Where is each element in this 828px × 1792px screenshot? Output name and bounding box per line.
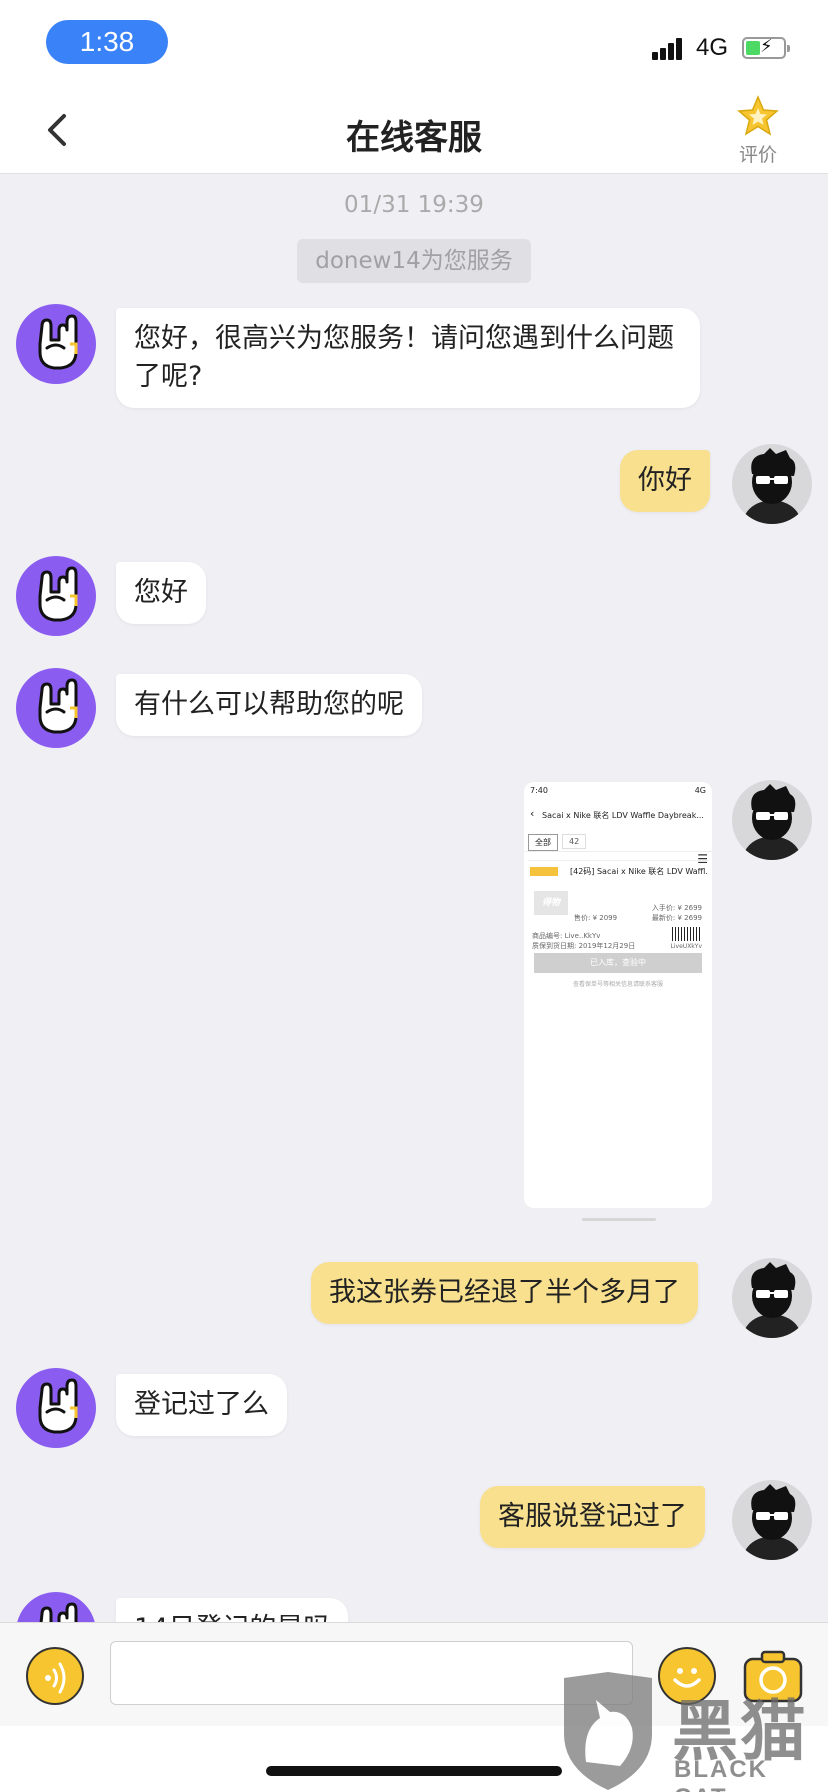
emoji-button[interactable] bbox=[658, 1647, 716, 1705]
network-type: 4G bbox=[696, 34, 729, 61]
screenshot-time: 7:40 bbox=[530, 786, 548, 795]
home-indicator[interactable] bbox=[266, 1766, 562, 1776]
rate-label: 评价 bbox=[738, 144, 777, 166]
battery-icon: ⚡ bbox=[742, 36, 790, 59]
screenshot-status-bar: 7:40 4G bbox=[524, 782, 712, 804]
screenshot-title: Sacai x Nike 联名 LDV Waffle Daybreak... bbox=[524, 804, 712, 830]
signal-icon bbox=[652, 36, 688, 60]
input-bar bbox=[0, 1622, 828, 1726]
agent-message[interactable]: 登记过了么 bbox=[116, 1374, 287, 1436]
home-area bbox=[0, 1726, 828, 1792]
rate-button[interactable]: 评价 bbox=[730, 94, 786, 168]
screenshot-date-line: 质保到货日期: 2019年12月29日 bbox=[532, 942, 636, 950]
camera-button[interactable] bbox=[742, 1647, 804, 1705]
agent-message[interactable]: 14日登记的是吗 bbox=[116, 1598, 349, 1622]
screenshot-product-name: [42码] Sacai x Nike 联名 LDV Waffl... bbox=[570, 867, 708, 876]
status-bar: 1:38 4G ⚡ bbox=[0, 0, 828, 88]
user-avatar[interactable] bbox=[732, 1258, 812, 1338]
screenshot-price-sale: 售价: ¥ 2099 bbox=[574, 914, 618, 922]
screenshot-price-in: 入手价: ¥ 2699 bbox=[651, 904, 702, 912]
user-avatar[interactable] bbox=[732, 1480, 812, 1560]
agent-avatar[interactable] bbox=[16, 1368, 96, 1448]
agent-message[interactable]: 有什么可以帮助您的呢 bbox=[116, 674, 422, 736]
barcode-icon bbox=[672, 927, 702, 941]
user-cartoon-icon bbox=[742, 784, 802, 860]
nav-bar: 在线客服 评价 bbox=[0, 88, 828, 174]
screenshot-barcode-label: LiveUXkYv bbox=[670, 943, 702, 950]
user-avatar[interactable] bbox=[732, 780, 812, 860]
chat-area[interactable]: 01/31 19:39 donew14为您服务 您好，很高兴为您服务！请问您遇到… bbox=[0, 175, 828, 1622]
agent-message[interactable]: 您好，很高兴为您服务！请问您遇到什么问题了呢? bbox=[116, 308, 700, 408]
agent-message[interactable]: 您好 bbox=[116, 562, 206, 624]
screenshot-tab-all: 全部 bbox=[528, 834, 558, 851]
user-message[interactable]: 客服说登记过了 bbox=[480, 1486, 705, 1548]
status-time[interactable]: 1:38 bbox=[46, 20, 168, 64]
agent-avatar[interactable] bbox=[16, 668, 96, 748]
screenshot-badge bbox=[530, 867, 558, 876]
screenshot-stock-button: 已入库，查验中 bbox=[534, 953, 702, 973]
screenshot-network: 4G bbox=[694, 786, 706, 795]
user-cartoon-icon bbox=[742, 1262, 802, 1338]
user-cartoon-icon bbox=[742, 1484, 802, 1560]
screenshot-code-line: 商品编号: Live..KkYv bbox=[532, 932, 601, 940]
user-avatar[interactable] bbox=[732, 444, 812, 524]
agent-avatar[interactable] bbox=[16, 304, 96, 384]
image-message[interactable]: 7:40 4G Sacai x Nike 联名 LDV Waffle Daybr… bbox=[524, 782, 712, 1208]
screenshot-tab-size: 42 bbox=[562, 834, 587, 849]
agent-avatar[interactable] bbox=[16, 1592, 96, 1622]
rock-hand-icon bbox=[39, 1602, 78, 1622]
screenshot-price-latest: 最新价: ¥ 2699 bbox=[651, 914, 702, 922]
user-cartoon-icon bbox=[742, 448, 802, 524]
chat-timestamp: 01/31 19:39 bbox=[344, 192, 484, 218]
agent-avatar[interactable] bbox=[16, 556, 96, 636]
user-message[interactable]: 你好 bbox=[620, 450, 710, 512]
page-title: 在线客服 bbox=[346, 118, 482, 158]
star-icon bbox=[737, 95, 779, 136]
voice-button[interactable] bbox=[26, 1647, 84, 1705]
rock-hand-icon bbox=[38, 314, 78, 370]
menu-icon: ☰ bbox=[697, 852, 708, 866]
screenshot-product-card: [42码] Sacai x Nike 联名 LDV Waffl... 得物 入手… bbox=[528, 860, 708, 992]
service-tag: donew14为您服务 bbox=[297, 239, 531, 283]
smiley-icon bbox=[673, 1668, 701, 1688]
screenshot-note: 查看保单号等相关信息请联系客服 bbox=[572, 981, 663, 988]
rock-hand-icon bbox=[38, 566, 78, 622]
rock-hand-icon bbox=[38, 678, 78, 734]
message-input[interactable] bbox=[110, 1641, 633, 1705]
screenshot-thumb: 得物 bbox=[534, 891, 568, 915]
camera-icon bbox=[743, 1650, 803, 1703]
rock-hand-icon bbox=[38, 1378, 78, 1434]
user-message[interactable]: 我这张券已经退了半个多月了 bbox=[311, 1262, 698, 1324]
image-scroll-indicator bbox=[582, 1218, 656, 1221]
screenshot-tabs: 全部 42 bbox=[524, 830, 712, 852]
voice-icon bbox=[45, 1662, 66, 1694]
